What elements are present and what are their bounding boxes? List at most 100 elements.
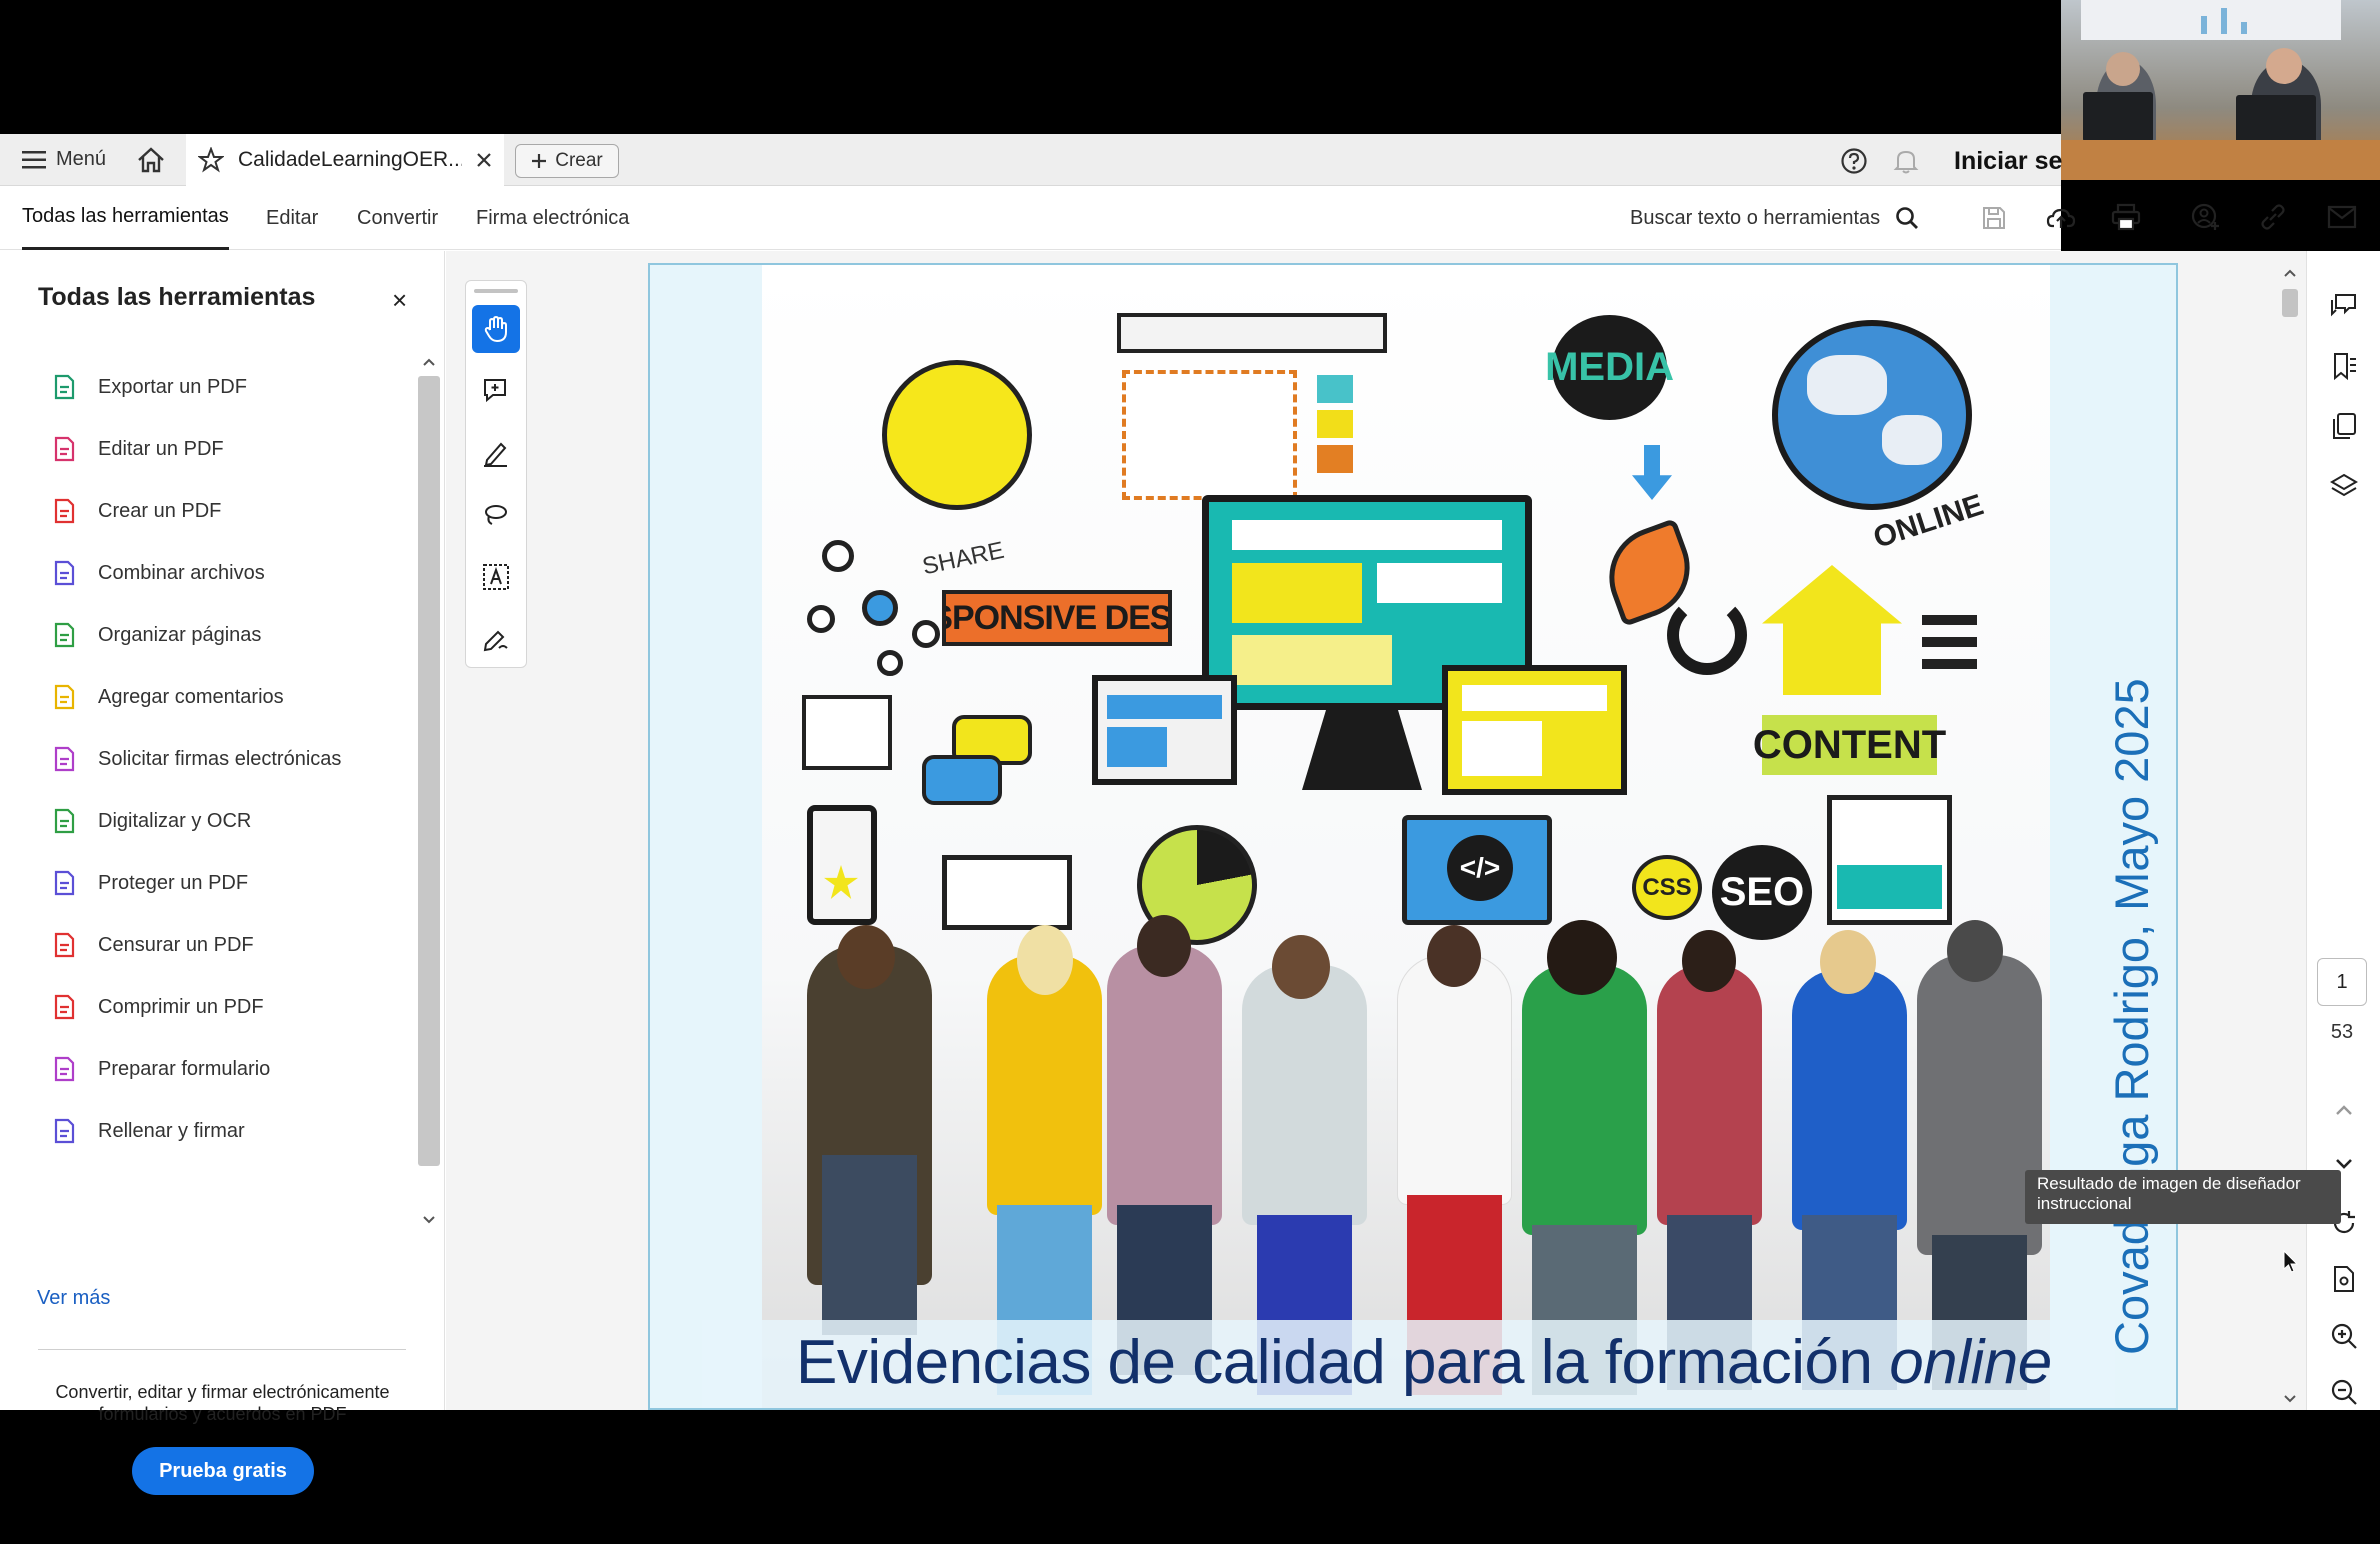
text-select-button[interactable] <box>472 553 520 601</box>
bookmarks-panel-button[interactable] <box>2327 349 2361 383</box>
slide-title-main: Evidencias de calidad para la formación <box>796 1328 1873 1397</box>
star-icon[interactable] <box>198 147 224 173</box>
help-icon <box>1841 148 1867 174</box>
tool-item[interactable]: Rellenar y firmar <box>50 1100 410 1162</box>
comments-panel-button[interactable] <box>2327 289 2361 323</box>
tool-item[interactable]: Exportar un PDF <box>50 356 410 418</box>
zoom-out-button[interactable] <box>2327 1375 2361 1409</box>
lasso-icon <box>485 505 507 525</box>
tool-item-icon <box>50 869 78 897</box>
document-scroll-thumb[interactable] <box>2282 289 2298 317</box>
art-content-banner: CONTENT <box>1753 715 1946 775</box>
create-button[interactable]: Crear <box>515 144 619 178</box>
tool-item[interactable]: Editar un PDF <box>50 418 410 480</box>
highlight-button[interactable] <box>472 429 520 477</box>
tool-item-icon <box>50 373 78 401</box>
panel-divider <box>38 1349 406 1350</box>
document-tab[interactable]: CalidadeLearningOER... <box>186 134 504 186</box>
document-scrollbar[interactable] <box>2278 263 2302 1410</box>
close-panel-icon[interactable]: × <box>392 287 407 313</box>
notifications-button[interactable] <box>1893 147 1919 175</box>
tool-item-icon <box>50 993 78 1021</box>
tool-item[interactable]: Combinar archivos <box>50 542 410 604</box>
tool-item-label: Crear un PDF <box>98 499 222 522</box>
tool-item[interactable]: Proteger un PDF <box>50 852 410 914</box>
page-display-button[interactable] <box>2327 1262 2361 1296</box>
cover-illustration: MEDIA ONLINE SHARE RESPONSIVE DESIGN <box>762 265 2050 1408</box>
panel-scroll-thumb[interactable] <box>418 376 440 1166</box>
art-responsive-design-banner: RESPONSIVE DESIGN <box>942 590 1172 646</box>
create-label: Crear <box>555 150 603 171</box>
search-label: Buscar texto o herramientas <box>1630 206 1881 229</box>
panel-scrollbar[interactable] <box>418 356 440 1226</box>
email-button[interactable] <box>2327 204 2357 235</box>
add-comment-button[interactable] <box>472 367 520 415</box>
page-settings-icon <box>2334 1266 2354 1292</box>
sign-button[interactable] <box>472 615 520 663</box>
previous-page-button[interactable] <box>2327 1093 2361 1127</box>
tool-item[interactable]: Censurar un PDF <box>50 914 410 976</box>
tool-item[interactable]: Agregar comentarios <box>50 666 410 728</box>
tool-item-label: Exportar un PDF <box>98 375 247 398</box>
print-icon <box>2111 203 2141 231</box>
draw-button[interactable] <box>472 491 520 539</box>
tool-item[interactable]: Solicitar firmas electrónicas <box>50 728 410 790</box>
current-page-input[interactable]: 1 <box>2317 958 2367 1006</box>
tab-all-tools[interactable]: Todas las herramientas <box>22 186 229 250</box>
tool-item[interactable]: Organizar páginas <box>50 604 410 666</box>
tool-item-icon <box>50 621 78 649</box>
tool-item-label: Solicitar firmas electrónicas <box>98 747 342 770</box>
scroll-down-icon[interactable] <box>422 1214 436 1226</box>
scroll-up-icon[interactable] <box>422 356 436 368</box>
thumbnails-panel-button[interactable] <box>2327 409 2361 443</box>
search-tools[interactable]: Buscar texto o herramientas <box>1630 186 1920 250</box>
webcam-monitor <box>2083 92 2153 142</box>
signature-pen-icon <box>483 630 508 652</box>
tool-item[interactable]: Comprimir un PDF <box>50 976 410 1038</box>
hand-tool-button[interactable] <box>472 305 520 353</box>
free-trial-button[interactable]: Prueba gratis <box>132 1447 314 1495</box>
tool-item-label: Preparar formulario <box>98 1057 271 1080</box>
panel-title: Todas las herramientas <box>38 283 316 311</box>
layers-panel-button[interactable] <box>2327 469 2361 503</box>
tool-item-label: Organizar páginas <box>98 623 262 646</box>
right-rail: 1 53 <box>2306 251 2380 1410</box>
tools-list: Exportar un PDF Editar un PDF Crear un PDF… <box>50 356 410 1162</box>
share-user-button[interactable] <box>2190 202 2222 237</box>
art-css-badge: CSS <box>1632 855 1702 920</box>
tab-bar: Menú CalidadeLearningOER... Crear Inicia… <box>0 134 2062 186</box>
zoom-in-button[interactable] <box>2327 1319 2361 1353</box>
art-share-word: SHARE <box>919 536 1007 581</box>
tool-item[interactable]: Preparar formulario <box>50 1038 410 1100</box>
sign-in-button[interactable]: Iniciar se <box>1954 147 2062 176</box>
tab-edit[interactable]: Editar <box>266 186 318 250</box>
copy-link-button[interactable] <box>2258 202 2288 237</box>
chevron-down-icon <box>2336 1159 2352 1169</box>
total-pages: 53 <box>2330 1021 2354 1043</box>
tools-grip[interactable] <box>474 289 518 293</box>
menu-button[interactable]: Menú <box>22 148 106 171</box>
layers-icon <box>2330 473 2358 497</box>
help-button[interactable] <box>1840 147 1868 175</box>
all-tools-panel: Todas las herramientas × Exportar un PDF… <box>0 251 445 1495</box>
tab-convert[interactable]: Convertir <box>357 186 438 250</box>
print-button[interactable] <box>2110 202 2142 237</box>
tool-item[interactable]: Digitalizar y OCR <box>50 790 410 852</box>
hand-icon <box>484 315 507 343</box>
doc-scroll-up-icon[interactable] <box>2282 267 2298 279</box>
close-tab-icon[interactable] <box>476 152 492 168</box>
see-more-link[interactable]: Ver más <box>37 1287 110 1310</box>
save-button[interactable] <box>1978 202 2010 234</box>
tool-item[interactable]: Crear un PDF <box>50 480 410 542</box>
tool-item-icon <box>50 559 78 587</box>
upload-cloud-button[interactable] <box>2045 202 2077 234</box>
home-icon <box>138 147 164 173</box>
tool-item-icon <box>50 1117 78 1145</box>
menu-label: Menú <box>56 148 107 170</box>
home-button[interactable] <box>136 146 166 174</box>
doc-scroll-down-icon[interactable] <box>2282 1393 2298 1405</box>
mail-icon <box>2327 205 2357 229</box>
tab-e-sign[interactable]: Firma electrónica <box>476 186 629 250</box>
tool-item-icon <box>50 745 78 773</box>
promo-text: Convertir, editar y firmar electrónicame… <box>55 1382 390 1424</box>
